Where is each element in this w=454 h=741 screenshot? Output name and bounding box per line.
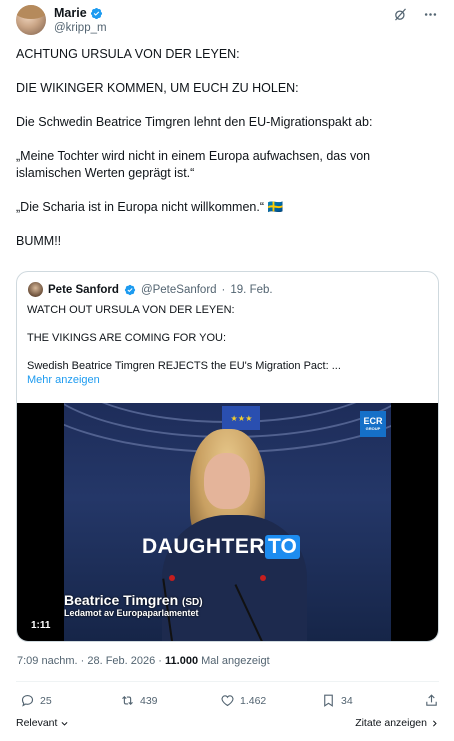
quoted-author-handle[interactable]: @PeteSanford — [141, 284, 217, 296]
speaker-name: Beatrice Timgren — [64, 592, 179, 608]
separator-dot: · — [221, 283, 226, 296]
tweet-paragraph: ACHTUNG URSULA VON DER LEYEN: — [16, 47, 240, 61]
quoted-paragraph: THE VIKINGS ARE COMING FOR YOU: — [27, 332, 227, 344]
quoted-author-avatar[interactable] — [28, 282, 43, 297]
views-count: 11.000 — [165, 655, 199, 667]
verified-badge-icon — [124, 284, 136, 295]
lower-third-name: Beatrice Timgren (SD) — [64, 592, 203, 608]
verified-badge-icon — [90, 7, 102, 19]
caption-highlight: TO — [265, 535, 300, 559]
lower-third-role: Ledamot av Europaparlamentet — [64, 608, 199, 618]
reply-count: 25 — [40, 694, 52, 707]
share-button[interactable] — [424, 693, 439, 708]
header-actions — [392, 6, 438, 22]
quoted-paragraph: Swedish Beatrice Timgren REJECTS the EU'… — [27, 360, 341, 372]
view-quotes-label: Zitate anzeigen — [355, 717, 427, 729]
quoted-tweet-header: Pete Sanford @PeteSanford · 19. Feb. — [28, 282, 273, 297]
quoted-tweet-text: WATCH OUT URSULA VON DER LEYEN: THE VIKI… — [27, 303, 427, 387]
like-button[interactable]: 1.462 — [220, 693, 266, 708]
tweet-paragraph: „Die Scharia ist in Europa nicht willkom… — [16, 200, 284, 214]
author-info: Marie @kripp_m — [54, 6, 107, 34]
reply-button[interactable]: 25 — [20, 693, 52, 708]
heart-icon — [221, 695, 234, 707]
video-player[interactable]: ★ ★ ★ ECR GROUP DAUGHTER TO Beatrice Tim… — [17, 403, 438, 641]
ecr-logo-subtext: GROUP — [365, 426, 381, 431]
repost-icon — [122, 695, 133, 706]
action-bar: 25 439 1.462 34 — [16, 693, 439, 713]
sort-dropdown[interactable]: Relevant — [16, 717, 69, 729]
tweet-paragraph: „Meine Tochter wird nicht in einem Europ… — [16, 149, 371, 180]
quoted-tweet-date[interactable]: 19. Feb. — [230, 284, 272, 296]
chevron-right-icon — [433, 720, 437, 726]
ecr-logo-text: ECR — [363, 416, 383, 426]
divider — [16, 681, 439, 682]
chevron-down-icon — [61, 721, 68, 726]
tweet-paragraph: Die Schwedin Beatrice Timgren lehnt den … — [16, 115, 373, 129]
video-caption: DAUGHTER TO — [142, 535, 300, 559]
like-count: 1.462 — [240, 694, 267, 707]
quoted-author-name[interactable]: Pete Sanford — [48, 284, 119, 296]
eu-flag-icon: ★ ★ ★ — [222, 406, 260, 430]
tweet-paragraph: DIE WIKINGER KOMMEN, UM EUCH ZU HOLEN: — [16, 81, 299, 95]
caption-white: DAUGHTER — [142, 535, 265, 558]
reply-icon — [21, 694, 34, 707]
speaker-party: (SD) — [182, 597, 203, 608]
video-timecode: 1:11 — [27, 619, 55, 632]
grok-icon[interactable] — [392, 6, 408, 22]
quoted-tweet[interactable]: Pete Sanford @PeteSanford · 19. Feb. WAT… — [16, 271, 439, 642]
tweet-text: ACHTUNG URSULA VON DER LEYEN: DIE WIKING… — [16, 46, 436, 267]
video-frame: ★ ★ ★ ECR GROUP DAUGHTER TO Beatrice Tim… — [64, 403, 391, 641]
tweet-paragraph: BUMM!! — [16, 234, 62, 248]
repost-button[interactable]: 439 — [120, 693, 158, 708]
show-more-link[interactable]: Mehr anzeigen — [27, 374, 100, 386]
tweet-meta: 7:09 nachm. · 28. Feb. 2026 · 11.000 Mal… — [17, 655, 270, 667]
bookmark-count: 34 — [341, 694, 353, 707]
tweet-footer: Relevant Zitate anzeigen — [16, 717, 439, 733]
repost-count: 439 — [140, 694, 158, 707]
ecr-logo: ECR GROUP — [360, 411, 386, 437]
bookmark-icon — [324, 694, 333, 707]
author-handle[interactable]: @kripp_m — [54, 22, 107, 34]
author-name[interactable]: Marie — [54, 6, 87, 20]
tweet-date[interactable]: 28. Feb. 2026 — [87, 655, 155, 667]
more-icon[interactable] — [422, 6, 438, 22]
share-icon — [426, 694, 437, 706]
separator-dot: · — [158, 655, 162, 667]
author-avatar[interactable] — [16, 5, 46, 35]
view-quotes-link[interactable]: Zitate anzeigen — [355, 717, 439, 729]
sort-label: Relevant — [16, 717, 58, 729]
quoted-paragraph: WATCH OUT URSULA VON DER LEYEN: — [27, 304, 235, 316]
views-label: Mal angezeigt — [201, 655, 270, 667]
bookmark-button[interactable]: 34 — [321, 693, 353, 708]
tweet-time[interactable]: 7:09 nachm. — [17, 655, 78, 667]
separator-dot: · — [80, 655, 85, 667]
